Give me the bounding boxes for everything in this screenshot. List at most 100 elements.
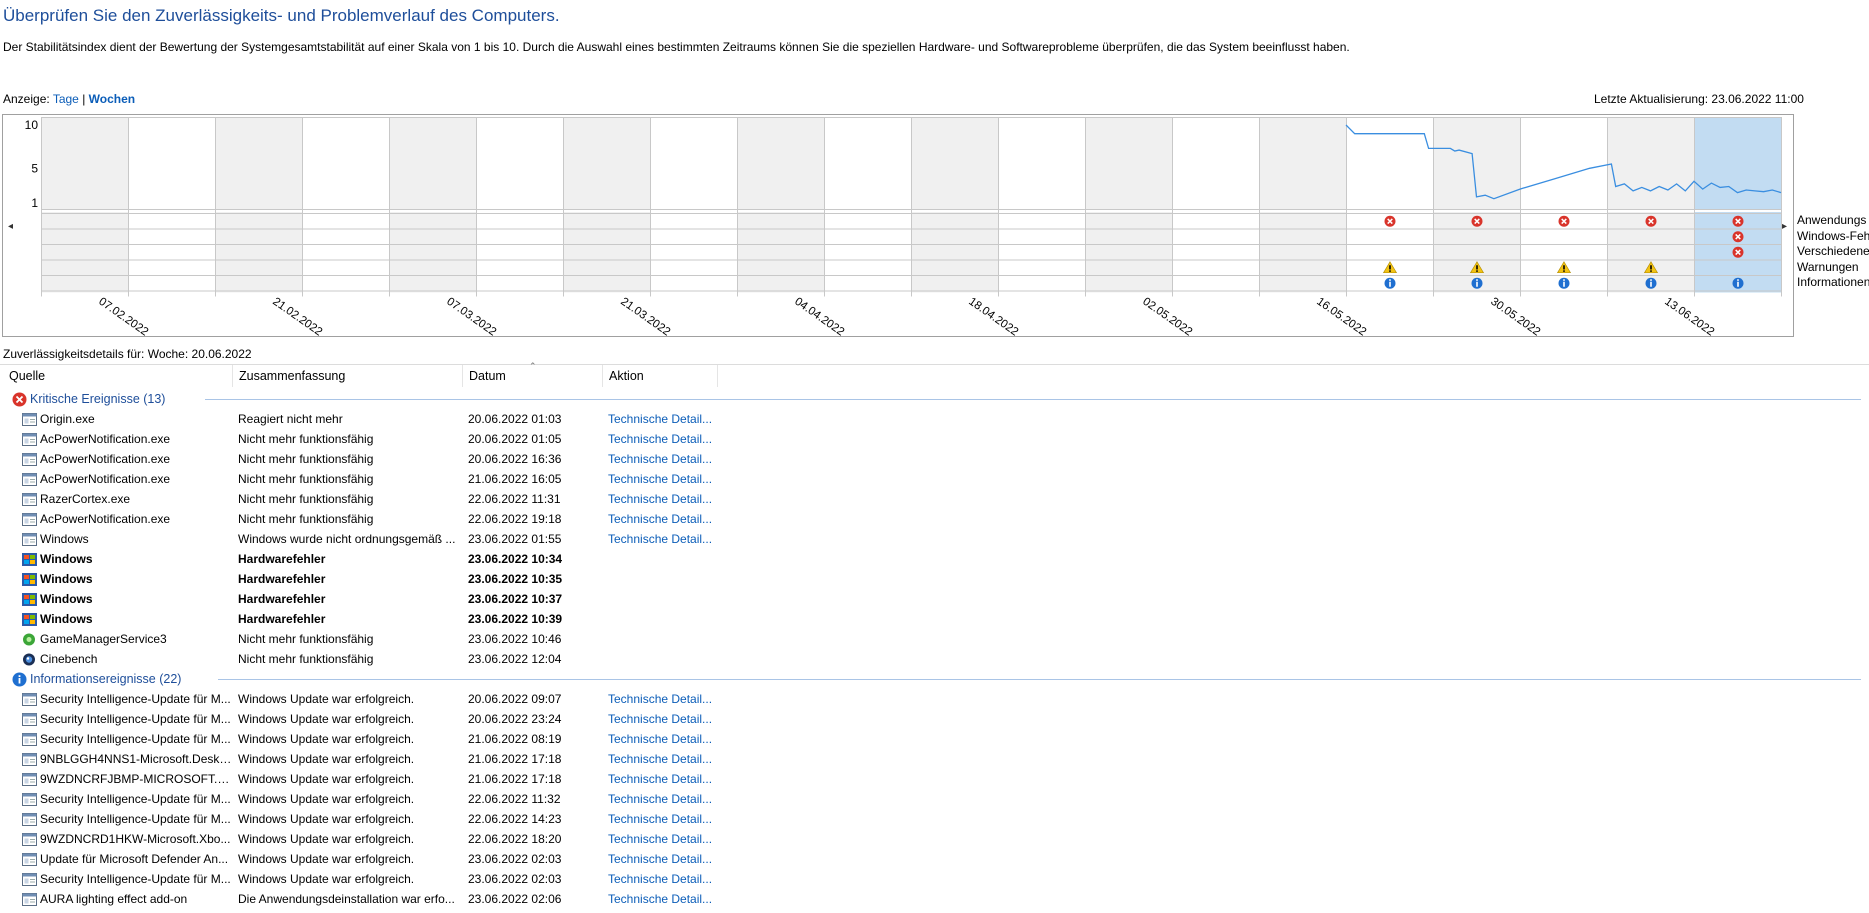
table-row[interactable]: GameManagerService3 Nicht mehr funktionsf… [0, 629, 1869, 649]
source-cell: Security Intelligence-Update für M... [40, 732, 231, 746]
table-row[interactable]: Security Intelligence-Update für M... Win… [0, 709, 1869, 729]
table-row[interactable]: Security Intelligence-Update für M... Win… [0, 869, 1869, 889]
y-tick-label: 1 [31, 196, 38, 210]
app-icon [22, 753, 37, 766]
source-cell: Update für Microsoft Defender An... [40, 852, 229, 866]
date-cell: 23.06.2022 10:34 [468, 552, 563, 566]
column-separator[interactable] [232, 365, 233, 387]
column-header-date[interactable]: Datum [469, 369, 506, 386]
week-column [737, 117, 824, 293]
action-link[interactable]: Technische Detail... [608, 732, 712, 746]
event-row-label: Windows-Feh [1797, 228, 1869, 243]
summary-cell: Die Anwendungsdeinstallation war erfo... [238, 892, 455, 906]
table-row[interactable]: RazerCortex.exe Nicht mehr funktionsfähig… [0, 489, 1869, 509]
action-link[interactable]: Technische Detail... [608, 492, 712, 506]
action-link[interactable]: Technische Detail... [608, 452, 712, 466]
week-column [824, 117, 911, 293]
action-link[interactable]: Technische Detail... [608, 832, 712, 846]
last-update-text: Letzte Aktualisierung: 23.06.2022 11:00 [1594, 92, 1804, 106]
view-weeks-link[interactable]: Wochen [89, 92, 135, 106]
action-link[interactable]: Technische Detail... [608, 792, 712, 806]
week-column [389, 117, 476, 293]
action-link[interactable]: Technische Detail... [608, 872, 712, 886]
date-cell: 20.06.2022 16:36 [468, 452, 562, 466]
view-days-link[interactable]: Tage [53, 92, 79, 106]
table-row[interactable]: Security Intelligence-Update für M... Win… [0, 789, 1869, 809]
table-row[interactable]: AURA lighting effect add-on Die Anwendung… [0, 889, 1869, 909]
action-link[interactable]: Technische Detail... [608, 532, 712, 546]
event-group-header[interactable]: Kritische Ereignisse (13) [0, 389, 1869, 409]
summary-cell: Windows Update war erfolgreich. [238, 832, 415, 846]
summary-cell: Nicht mehr funktionsfähig [238, 472, 374, 486]
table-row[interactable]: 9WZDNCRD1HKW-Microsoft.Xbo... Windows Upd… [0, 829, 1869, 849]
event-group-header[interactable]: Informationsereignisse (22) [0, 669, 1869, 689]
source-cell: 9WZDNCRD1HKW-Microsoft.Xbo... [40, 832, 231, 846]
action-link[interactable]: Technische Detail... [608, 772, 712, 786]
summary-cell: Windows Update war erfolgreich. [238, 852, 415, 866]
windows-hardware-icon [22, 613, 37, 626]
table-row[interactable]: 9WZDNCRFJBMP-MICROSOFT.WI... Windows Upda… [0, 769, 1869, 789]
table-row[interactable]: Security Intelligence-Update für M... Win… [0, 729, 1869, 749]
table-row[interactable]: Origin.exe Reagiert nicht mehr 20.06.2022 … [0, 409, 1869, 429]
action-link[interactable]: Technische Detail... [608, 712, 712, 726]
week-column [128, 117, 215, 293]
app-icon [22, 533, 37, 546]
warning-event-mark [1389, 270, 1391, 272]
info-event-mark [1389, 281, 1391, 287]
table-row[interactable]: Update für Microsoft Defender An... Windo… [0, 849, 1869, 869]
table-row[interactable]: Windows Hardwarefehler 23.06.2022 10:35 [0, 569, 1869, 589]
action-link[interactable]: Technische Detail... [608, 432, 712, 446]
date-cell: 23.06.2022 01:55 [468, 532, 562, 546]
action-link[interactable]: Technische Detail... [608, 752, 712, 766]
column-header-action[interactable]: Aktion [609, 369, 644, 386]
game-manager-icon [22, 633, 37, 646]
date-cell: 21.06.2022 17:18 [468, 772, 562, 786]
column-header-summary[interactable]: Zusammenfassung [239, 369, 345, 386]
table-row[interactable]: Windows Hardwarefehler 23.06.2022 10:39 [0, 609, 1869, 629]
table-row[interactable]: 9NBLGGH4NNS1-Microsoft.Deskt... Windows U… [0, 749, 1869, 769]
column-separator[interactable] [602, 365, 603, 387]
chart-scroll-right-icon[interactable]: ▸ [1782, 221, 1787, 232]
warning-event-mark [1476, 270, 1478, 272]
app-icon [22, 433, 37, 446]
table-row[interactable]: AcPowerNotification.exe Nicht mehr funkti… [0, 469, 1869, 489]
action-link[interactable]: Technische Detail... [608, 692, 712, 706]
warning-event-mark [1389, 265, 1391, 270]
action-link[interactable]: Technische Detail... [608, 412, 712, 426]
table-row[interactable]: AcPowerNotification.exe Nicht mehr funkti… [0, 449, 1869, 469]
action-link[interactable]: Technische Detail... [608, 812, 712, 826]
column-separator[interactable] [717, 365, 718, 387]
column-separator[interactable] [462, 365, 463, 387]
warning-event-mark [1650, 265, 1652, 270]
table-row[interactable]: AcPowerNotification.exe Nicht mehr funkti… [0, 429, 1869, 449]
action-link[interactable]: Technische Detail... [608, 512, 712, 526]
table-row[interactable]: Cinebench Nicht mehr funktionsfähig 23.06.… [0, 649, 1869, 669]
table-row[interactable]: Windows Hardwarefehler 23.06.2022 10:37 [0, 589, 1869, 609]
app-icon [22, 893, 37, 906]
chart-scroll-left-icon[interactable]: ◂ [8, 221, 13, 232]
week-column [215, 117, 302, 293]
app-icon [22, 773, 37, 786]
table-row[interactable]: AcPowerNotification.exe Nicht mehr funkti… [0, 509, 1869, 529]
table-row[interactable]: Windows Hardwarefehler 23.06.2022 10:34 [0, 549, 1869, 569]
app-icon [22, 693, 37, 706]
date-cell: 23.06.2022 12:04 [468, 652, 562, 666]
summary-cell: Windows Update war erfolgreich. [238, 772, 415, 786]
summary-cell: Windows Update war erfolgreich. [238, 812, 415, 826]
source-cell: AcPowerNotification.exe [40, 512, 171, 526]
reliability-chart[interactable]: 10 5 1 07.02.2022 21.02.2022 07.03.2022 21.03.… [2, 114, 1794, 338]
table-row[interactable]: Security Intelligence-Update für M... Win… [0, 689, 1869, 709]
week-column [302, 117, 389, 293]
date-cell: 23.06.2022 02:03 [468, 872, 562, 886]
action-link[interactable]: Technische Detail... [608, 892, 712, 906]
action-link[interactable]: Technische Detail... [608, 472, 712, 486]
column-header-source[interactable]: Quelle [9, 369, 45, 386]
table-row[interactable]: Security Intelligence-Update für M... Win… [0, 809, 1869, 829]
info-event-mark [1476, 281, 1478, 287]
info-event-mark [1476, 279, 1478, 281]
table-row[interactable]: Windows Windows wurde nicht ordnungsgemäß… [0, 529, 1869, 549]
action-link[interactable]: Technische Detail... [608, 852, 712, 866]
page-description: Der Stabilitätsindex dient der Bewertung… [3, 40, 1350, 54]
summary-cell: Nicht mehr funktionsfähig [238, 652, 374, 666]
week-column [476, 117, 563, 293]
